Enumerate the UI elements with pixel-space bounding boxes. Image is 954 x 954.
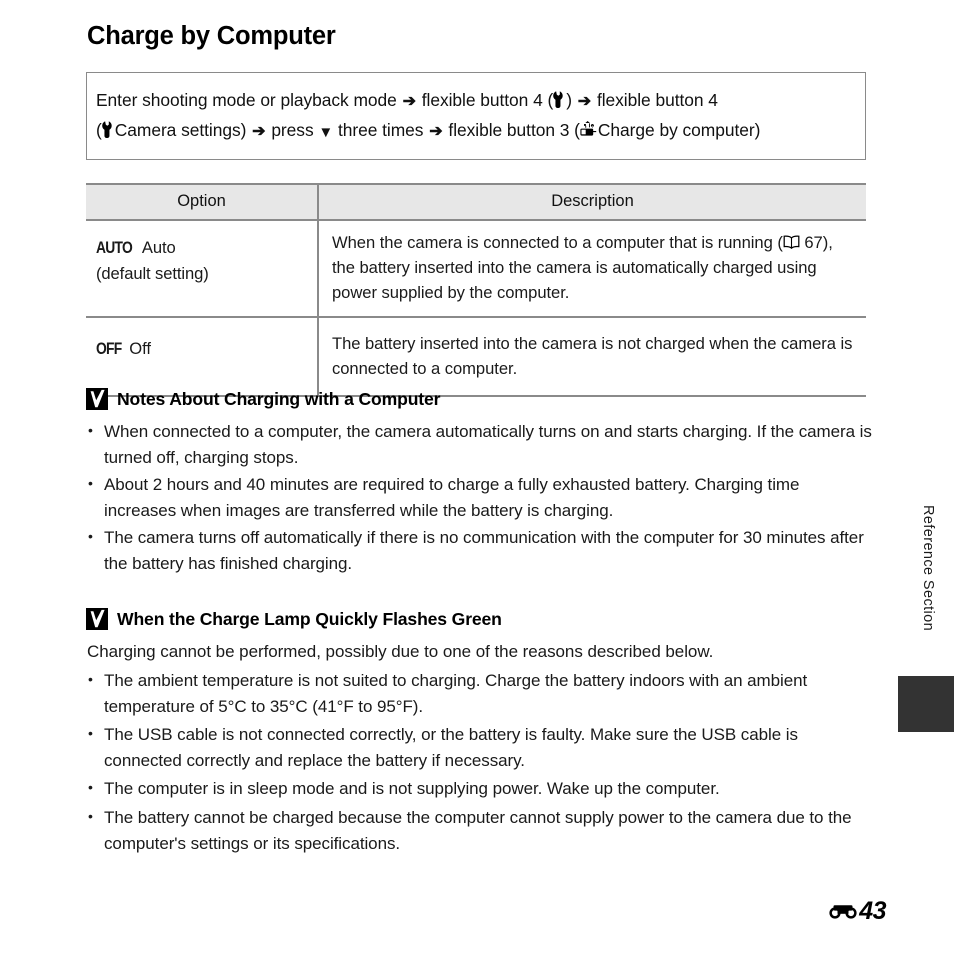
charge-by-computer-icon bbox=[580, 121, 598, 138]
description-cell-off: The battery inserted into the camera is … bbox=[318, 317, 866, 397]
arrow-icon: ➔ bbox=[402, 93, 416, 110]
menu-path-text-charge-by-computer: Charge by computer) bbox=[597, 120, 761, 140]
notes-charging-section: Notes About Charging with a Computer Whe… bbox=[86, 388, 876, 579]
notes-charging-list: When connected to a computer, the camera… bbox=[86, 418, 876, 577]
list-item: The computer is in sleep mode and is not… bbox=[86, 775, 876, 802]
wrench-icon-2 bbox=[101, 121, 115, 138]
auto-mode-mark: AUTO bbox=[96, 239, 133, 257]
list-item: The USB cable is not connected correctly… bbox=[86, 721, 876, 773]
notes-lamp-section: When the Charge Lamp Quickly Flashes Gre… bbox=[86, 608, 876, 859]
option-cell-off: OFF Off bbox=[86, 317, 319, 397]
notes-lamp-list: The ambient temperature is not suited to… bbox=[86, 667, 876, 856]
notes-charging-title: Notes About Charging with a Computer bbox=[117, 388, 441, 409]
option-cell-auto: AUTO Auto (default setting) bbox=[86, 220, 319, 318]
menu-path-line-1: Enter shooting mode or playback mode ➔ f… bbox=[96, 86, 855, 116]
menu-path-text-camera-settings: Camera settings) bbox=[114, 120, 247, 140]
list-item: The camera turns off automatically if th… bbox=[86, 524, 876, 576]
side-tab-marker bbox=[898, 676, 954, 732]
side-tab-label: Reference Section bbox=[920, 505, 936, 632]
menu-path-text-three-times: three times bbox=[337, 120, 424, 140]
arrow-icon-3: ➔ bbox=[252, 123, 266, 140]
menu-path-text-paren1: ) bbox=[566, 90, 572, 110]
page-title: Charge by Computer bbox=[87, 22, 336, 50]
column-header-option: Option bbox=[86, 183, 319, 221]
menu-path-text-flex4a: flexible button 4 ( bbox=[421, 90, 554, 110]
document-page: Charge by Computer Enter shooting mode o… bbox=[0, 0, 954, 954]
page-footer: 43 bbox=[828, 897, 886, 926]
desc-auto-ref-page: 67), bbox=[804, 233, 833, 252]
table-header-row: Option Description bbox=[86, 183, 866, 221]
desc-auto-post: the battery inserted into the camera is … bbox=[332, 258, 817, 302]
notes-lamp-title: When the Charge Lamp Quickly Flashes Gre… bbox=[117, 608, 502, 629]
auto-mode-name: Auto bbox=[141, 238, 176, 257]
desc-auto-pre: When the camera is connected to a comput… bbox=[332, 233, 783, 252]
page-number: 43 bbox=[859, 897, 886, 925]
menu-path-text-flex3: flexible button 3 ( bbox=[448, 120, 580, 140]
book-icon bbox=[783, 235, 800, 249]
list-item: The ambient temperature is not suited to… bbox=[86, 667, 876, 719]
list-item: About 2 hours and 40 minutes are require… bbox=[86, 471, 876, 523]
down-triangle-icon: ▼ bbox=[318, 124, 334, 141]
notes-lamp-heading: When the Charge Lamp Quickly Flashes Gre… bbox=[86, 608, 876, 630]
description-cell-auto: When the camera is connected to a comput… bbox=[318, 220, 866, 318]
notes-lamp-intro: Charging cannot be performed, possibly d… bbox=[87, 642, 714, 661]
list-item: The battery cannot be charged because th… bbox=[86, 804, 876, 856]
menu-path-line-2: (Camera settings) ➔ press ▼ three times … bbox=[96, 116, 855, 146]
table-row: OFF Off The battery inserted into the cam… bbox=[86, 317, 866, 397]
wrench-icon bbox=[553, 91, 566, 108]
reference-section-icon bbox=[828, 902, 858, 922]
menu-path-text-enter-mode: Enter shooting mode or playback mode bbox=[96, 90, 397, 110]
off-mode-name: Off bbox=[129, 339, 151, 358]
column-header-description: Description bbox=[318, 183, 866, 221]
arrow-icon-4: ➔ bbox=[429, 123, 443, 140]
table-row: AUTO Auto (default setting) When the came… bbox=[86, 220, 866, 318]
menu-path-text-press: press bbox=[271, 120, 314, 140]
list-item: When connected to a computer, the camera… bbox=[86, 418, 876, 470]
menu-path-box: Enter shooting mode or playback mode ➔ f… bbox=[86, 72, 866, 160]
warning-check-icon bbox=[86, 388, 108, 410]
notes-charging-heading: Notes About Charging with a Computer bbox=[86, 388, 876, 410]
arrow-icon-2: ➔ bbox=[577, 93, 592, 110]
desc-off-text: The battery inserted into the camera is … bbox=[332, 334, 853, 378]
off-mode-mark: OFF bbox=[96, 340, 122, 358]
auto-mode-sub: (default setting) bbox=[96, 264, 209, 283]
option-table: Option Description AUTO Auto (default set… bbox=[86, 183, 866, 397]
menu-path-text-flex4b: flexible button 4 bbox=[596, 90, 718, 110]
warning-check-icon-2 bbox=[86, 608, 108, 630]
